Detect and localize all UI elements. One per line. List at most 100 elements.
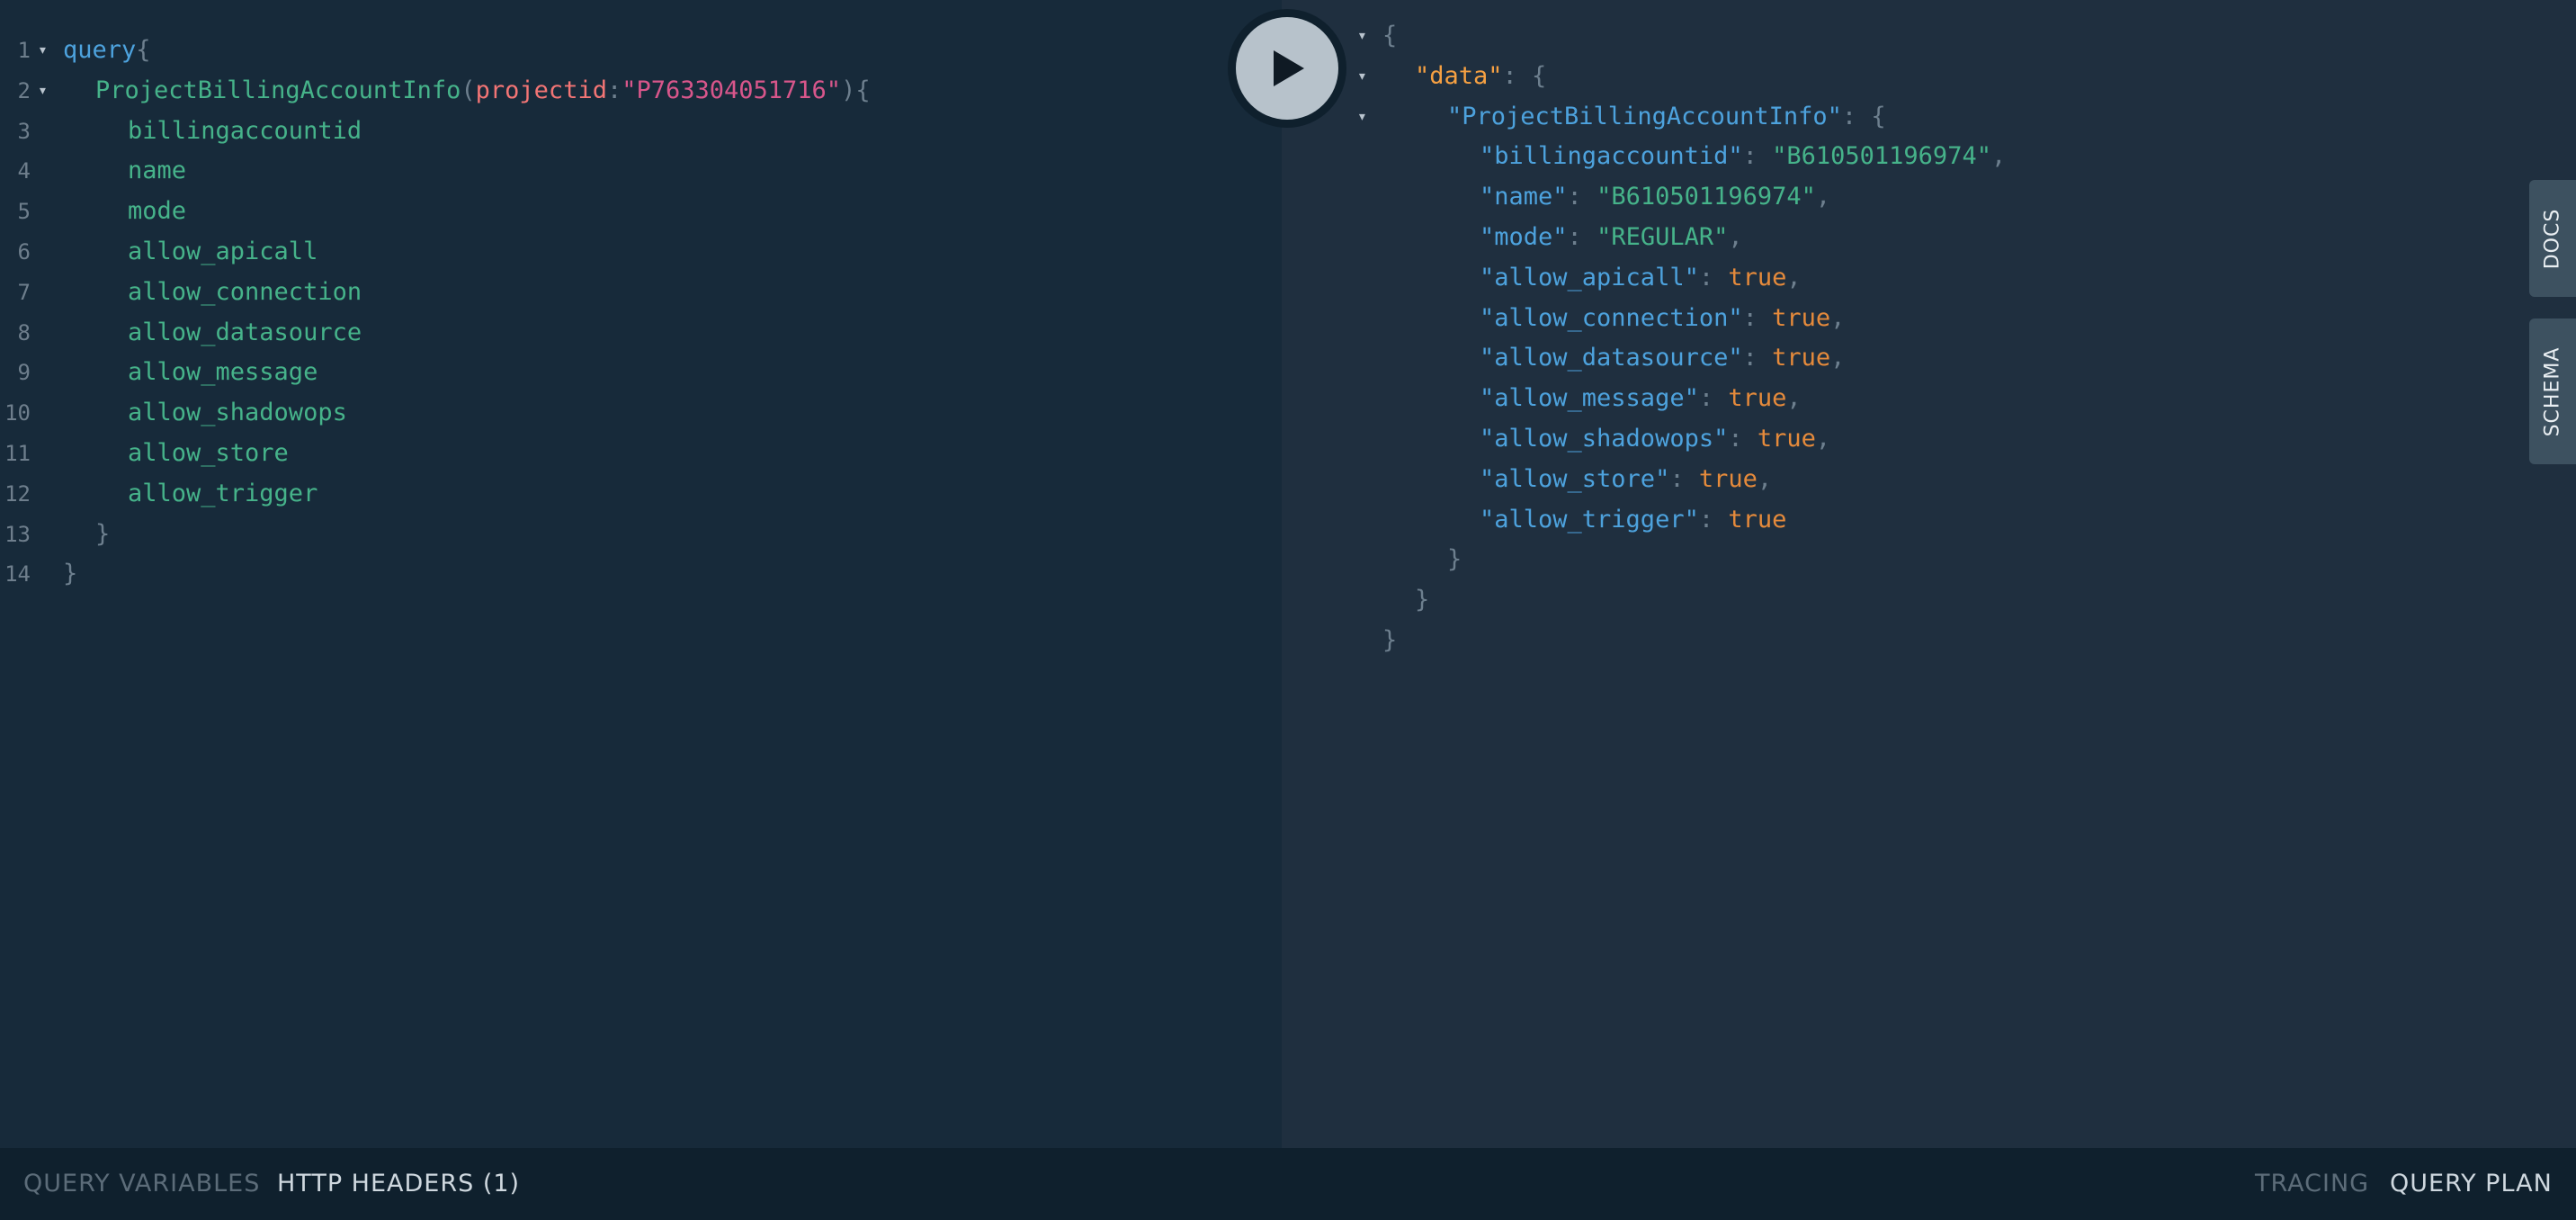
result-text: "allow_connection": true, [1480, 299, 1845, 338]
code-token: allow_store [128, 439, 289, 467]
json-token: : { [1502, 61, 1547, 90]
json-token: , [1728, 223, 1743, 251]
json-token: , [1786, 384, 1802, 413]
fold-arrow-icon[interactable]: ▾ [38, 31, 48, 70]
json-token: : [1742, 303, 1773, 332]
line-number: 13 [4, 521, 31, 547]
result-viewer: ▾{▾ "data": {▾ "ProjectBillingAccountInfo"… [1282, 0, 2576, 1148]
json-token: "allow_message" [1480, 384, 1699, 413]
line-number: 9 [17, 360, 31, 386]
result-text: "allow_datasource": true, [1480, 338, 1845, 378]
json-token: "allow_trigger" [1480, 505, 1699, 534]
result-text: "data": { [1415, 57, 1546, 96]
query-plan-tab[interactable]: QUERY PLAN [2390, 1148, 2553, 1220]
tracing-tab[interactable]: TRACING [2255, 1148, 2369, 1220]
query-variables-tab[interactable]: QUERY VARIABLES [23, 1148, 260, 1220]
code-token: ProjectBillingAccountInfo [95, 76, 461, 104]
line-number: 2 [17, 77, 31, 103]
json-token: "billingaccountid" [1480, 142, 1743, 171]
code-token: allow_connection [128, 277, 362, 306]
json-token: , [1990, 142, 2007, 171]
json-token: { [1382, 22, 1398, 49]
line-number: 1 [17, 38, 31, 63]
fold-arrow-icon[interactable]: ▾ [1357, 16, 1367, 56]
json-token: "allow_store" [1480, 464, 1670, 493]
json-token: true [1698, 464, 1758, 493]
json-token: "REGULAR" [1597, 223, 1729, 251]
line-number: 12 [4, 480, 31, 507]
code-token: allow_datasource [128, 318, 362, 346]
result-text: "allow_message": true, [1480, 379, 1802, 418]
result-text: "mode": "REGULAR", [1480, 218, 1743, 257]
json-token: : { [1841, 102, 1886, 130]
json-token: : [1567, 223, 1597, 251]
code-text: } [95, 515, 110, 554]
line-number: 10 [4, 400, 31, 426]
json-token: : [1742, 142, 1773, 171]
json-token: } [1447, 545, 1462, 574]
code-token: billingaccountid [128, 116, 362, 145]
fold-arrow-icon[interactable]: ▾ [1357, 97, 1367, 137]
json-token: "mode" [1480, 223, 1568, 251]
fold-arrow-icon[interactable]: ▾ [38, 71, 48, 111]
json-token: "allow_apicall" [1480, 263, 1699, 292]
schema-tab-label: SCHEMA [2541, 346, 2564, 436]
code-text: allow_shadowops [128, 393, 347, 433]
code-text: } [63, 554, 77, 594]
line-number: 4 [17, 158, 31, 184]
schema-tab[interactable]: SCHEMA [2529, 318, 2576, 464]
code-text: allow_store [128, 434, 289, 473]
execute-query-button[interactable] [1228, 9, 1346, 128]
code-token: : [606, 76, 622, 104]
json-token: : [1728, 425, 1758, 453]
result-text: } [1415, 580, 1429, 620]
json-token: true [1772, 344, 1831, 372]
json-token: "data" [1415, 61, 1503, 90]
code-text: name [128, 151, 186, 191]
result-text: } [1447, 540, 1462, 579]
result-text: { [1382, 16, 1397, 56]
result-text: } [1382, 621, 1397, 660]
json-token: } [1382, 626, 1398, 654]
json-token: true [1728, 263, 1787, 292]
result-text: "allow_store": true, [1480, 460, 1772, 499]
json-token: , [1830, 303, 1846, 332]
code-text: allow_datasource [128, 313, 362, 353]
result-text: "name": "B610501196974", [1480, 177, 1830, 217]
json-token: , [1757, 464, 1773, 493]
code-token: } [95, 519, 111, 548]
line-number: 7 [17, 279, 31, 305]
code-token: "P763304051716" [622, 76, 842, 104]
query-editor[interactable]: 1 ▾ query{2 ▾ ProjectBillingAccountInfo(proj… [0, 0, 1282, 1148]
docs-tab[interactable]: DOCS [2529, 180, 2576, 297]
json-token: "allow_connection" [1480, 303, 1743, 332]
bottom-panel-bar: QUERY VARIABLES HTTP HEADERS (1) TRACING… [0, 1148, 2576, 1220]
code-token: } [63, 560, 78, 588]
line-number: 6 [17, 239, 31, 265]
json-token: , [1815, 183, 1831, 211]
code-token: allow_message [128, 358, 318, 387]
json-token: "ProjectBillingAccountInfo" [1447, 102, 1842, 130]
json-token: true [1757, 425, 1816, 453]
line-number: 3 [17, 118, 31, 144]
json-token: , [1815, 425, 1831, 453]
json-token: true [1728, 384, 1787, 413]
play-button-face[interactable] [1236, 17, 1338, 120]
json-token: "allow_shadowops" [1480, 425, 1729, 453]
json-token: "B610501196974" [1597, 183, 1816, 211]
http-headers-tab[interactable]: HTTP HEADERS (1) [277, 1148, 520, 1220]
code-token: allow_apicall [128, 238, 318, 265]
json-token: : [1698, 384, 1729, 413]
result-text: "allow_apicall": true, [1480, 258, 1802, 298]
json-token: "allow_datasource" [1480, 344, 1743, 372]
json-token: , [1830, 344, 1846, 372]
fold-arrow-icon[interactable]: ▾ [1357, 57, 1367, 96]
code-text: billingaccountid [128, 112, 362, 151]
play-icon [1274, 50, 1304, 86]
code-token: allow_shadowops [128, 399, 347, 427]
code-text: allow_trigger [128, 474, 318, 514]
json-token: true [1772, 303, 1831, 332]
code-token: name [128, 157, 187, 185]
json-token: true [1728, 505, 1787, 534]
line-number: 5 [17, 199, 31, 225]
